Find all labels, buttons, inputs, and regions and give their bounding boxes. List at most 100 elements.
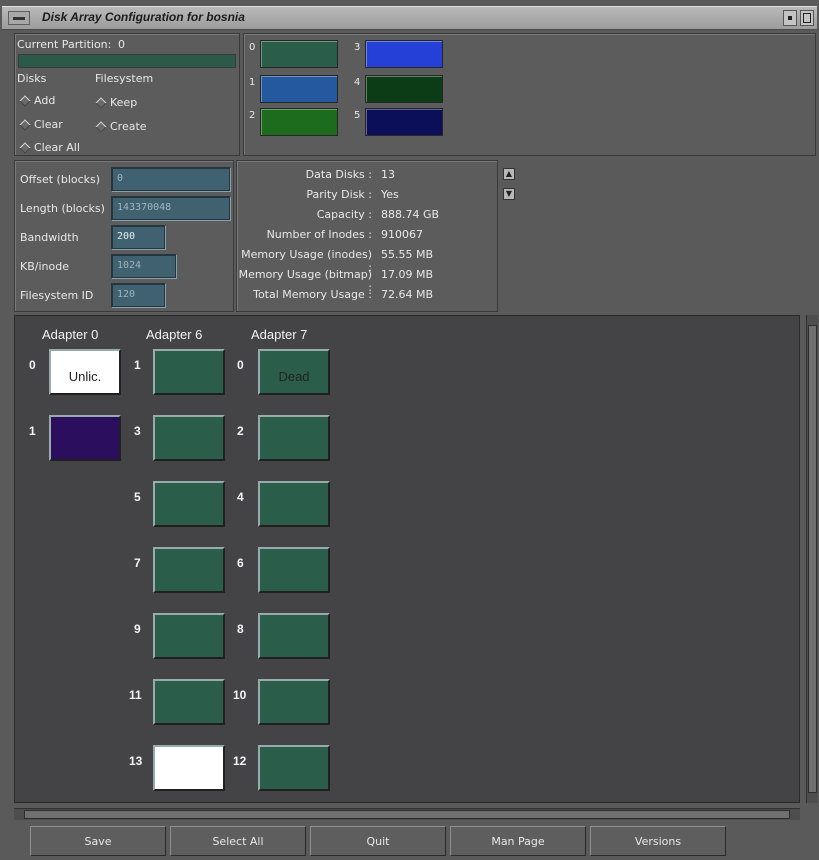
disk-a0-0[interactable]: Unlic. [49, 349, 121, 395]
info-value: 72.64 MB [381, 288, 434, 301]
disk-a7-10[interactable] [258, 679, 330, 725]
info-row-data-disks: Data Disks : 13 [234, 168, 395, 181]
versions-button[interactable]: Versions [590, 826, 726, 856]
horizontal-scrollbar[interactable] [14, 808, 800, 820]
current-partition-value: 0 [118, 38, 125, 51]
radio-label: Add [34, 94, 56, 107]
radio-add[interactable]: Add [19, 94, 56, 107]
disk-a6-13[interactable] [153, 745, 225, 791]
vertical-scrollbar[interactable] [806, 315, 818, 803]
scroll-down-icon[interactable]: ▼ [503, 188, 515, 200]
quit-button[interactable]: Quit [310, 826, 446, 856]
scrollbar-thumb[interactable] [808, 325, 817, 793]
radio-keep[interactable]: Keep [95, 96, 137, 109]
disk-a6-7[interactable] [153, 547, 225, 593]
partition-swatch-4[interactable] [365, 75, 443, 103]
current-partition-label: Current Partition: [17, 38, 112, 51]
partition-swatch-3[interactable] [365, 40, 443, 68]
disk-a6-3[interactable] [153, 415, 225, 461]
swatch-number: 5 [354, 110, 361, 121]
radio-label: Clear All [34, 141, 80, 154]
slot-number: 3 [134, 424, 141, 438]
disk-a7-0[interactable]: Dead [258, 349, 330, 395]
slot-number: 5 [134, 490, 141, 504]
bandwidth-input[interactable]: 200 [111, 225, 165, 249]
partition-color-bar[interactable] [18, 54, 236, 68]
disk-a7-12[interactable] [258, 745, 330, 791]
slot-number: 1 [29, 424, 36, 438]
radio-diamond-icon [19, 118, 31, 131]
slot-number: 7 [134, 556, 141, 570]
info-row-total-memory: Total Memory Usage : 72.64 MB [234, 288, 433, 301]
adapter-7-heading: Adapter 7 [251, 327, 308, 342]
window-title: Disk Array Configuration for bosnia [42, 10, 245, 24]
swatch-number: 1 [249, 77, 256, 88]
disk-label: Unlic. [68, 368, 102, 384]
partition-swatch-5[interactable] [365, 108, 443, 136]
slot-number: 0 [29, 358, 36, 372]
swatch-number: 4 [354, 77, 361, 88]
info-key: Data Disks : [305, 168, 372, 181]
slot-number: 8 [237, 622, 244, 636]
disk-a6-1[interactable] [153, 349, 225, 395]
slot-number: 12 [233, 754, 247, 768]
radio-diamond-icon [19, 94, 31, 107]
info-value: Yes [381, 188, 399, 201]
filesystem-label: Filesystem [95, 72, 154, 85]
kb-inode-input[interactable]: 1024 [111, 254, 176, 278]
slot-number: 4 [237, 490, 244, 504]
slot-number: 11 [129, 688, 142, 702]
save-button[interactable]: Save [30, 826, 166, 856]
partition-swatch-1[interactable] [260, 75, 338, 103]
length-input[interactable]: 143370048 [111, 196, 230, 220]
slot-number: 1 [134, 358, 141, 372]
info-key: Number of Inodes : [266, 228, 372, 241]
offset-input[interactable]: 0 [111, 167, 230, 191]
filesystem-id-input[interactable]: 120 [111, 283, 165, 307]
slot-number: 0 [237, 358, 244, 372]
window-menu-icon[interactable] [8, 11, 30, 25]
scrollbar-thumb[interactable] [24, 810, 790, 819]
partition-swatch-2[interactable] [260, 108, 338, 136]
radio-clear[interactable]: Clear [19, 118, 63, 131]
swatch-number: 3 [354, 42, 361, 53]
disk-a6-11[interactable] [153, 679, 225, 725]
disk-a6-9[interactable] [153, 613, 225, 659]
partition-swatch-0[interactable] [260, 40, 338, 68]
minimize-icon[interactable] [783, 10, 797, 26]
info-row-inodes: Number of Inodes : 910067 [234, 228, 423, 241]
partition-panel: Current Partition: 0 Disks Filesystem Ad… [14, 33, 240, 156]
disk-a6-5[interactable] [153, 481, 225, 527]
info-key: Capacity : [316, 208, 372, 221]
radio-diamond-icon [95, 96, 107, 109]
man-page-button[interactable]: Man Page [450, 826, 586, 856]
filesystem-id-label: Filesystem ID [20, 289, 94, 302]
slot-number: 6 [237, 556, 244, 570]
radio-label: Clear [34, 118, 63, 131]
kb-inode-label: KB/inode [20, 260, 69, 273]
swatch-number: 0 [249, 42, 256, 53]
radio-create[interactable]: Create [95, 120, 147, 133]
slot-number: 13 [129, 754, 143, 768]
info-key: Total Memory Usage : [253, 288, 372, 301]
maximize-icon[interactable] [800, 10, 814, 26]
disk-a7-2[interactable] [258, 415, 330, 461]
swatch-number: 2 [249, 110, 256, 121]
disk-a7-4[interactable] [258, 481, 330, 527]
info-key: Parity Disk : [306, 188, 372, 201]
length-label: Length (blocks) [20, 202, 105, 215]
disks-label: Disks [17, 72, 47, 85]
disk-label: Dead [278, 368, 310, 384]
scroll-up-icon[interactable]: ▲ [503, 168, 515, 180]
info-row-parity-disk: Parity Disk : Yes [234, 188, 399, 201]
disk-a7-8[interactable] [258, 613, 330, 659]
disk-a0-1[interactable] [49, 415, 121, 461]
info-value: 888.74 GB [381, 208, 440, 221]
radio-label: Create [110, 120, 147, 133]
select-all-button[interactable]: Select All [170, 826, 306, 856]
slot-number: 10 [233, 688, 247, 702]
radio-clear-all[interactable]: Clear All [19, 141, 80, 154]
disk-a7-6[interactable] [258, 547, 330, 593]
adapter-0-heading: Adapter 0 [42, 327, 99, 342]
adapter-6-heading: Adapter 6 [146, 327, 203, 342]
